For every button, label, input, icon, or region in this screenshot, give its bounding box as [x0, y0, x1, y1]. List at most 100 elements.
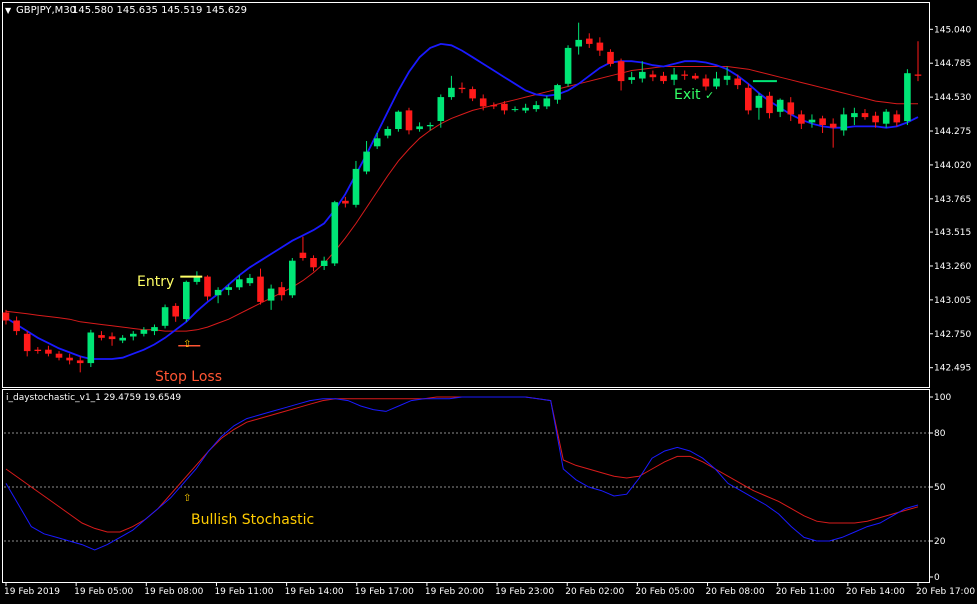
- candle-body[interactable]: [267, 288, 275, 301]
- candle-body[interactable]: [734, 78, 741, 86]
- candle-body[interactable]: [490, 105, 498, 107]
- candle-body[interactable]: [882, 111, 890, 124]
- candle-body[interactable]: [851, 113, 858, 118]
- candle-body[interactable]: [172, 305, 179, 317]
- candle-body[interactable]: [405, 110, 413, 131]
- candle-body[interactable]: [723, 75, 731, 80]
- time-tick-label: 19 Feb 17:00: [355, 587, 414, 597]
- candle-body[interactable]: [787, 102, 795, 115]
- candle-body[interactable]: [225, 287, 232, 290]
- candle-body[interactable]: [586, 38, 593, 44]
- candle-body[interactable]: [13, 320, 20, 332]
- candle-body[interactable]: [607, 51, 614, 64]
- time-tick-label: 20 Feb 14:00: [846, 587, 905, 597]
- candle-body[interactable]: [692, 75, 699, 79]
- candle-body[interactable]: [649, 74, 657, 78]
- candle-body[interactable]: [575, 39, 582, 47]
- candle-body[interactable]: [310, 258, 317, 268]
- candle-body[interactable]: [479, 98, 487, 107]
- price-tick-label: 143.005: [934, 296, 971, 306]
- chart-svg[interactable]: 145.040 144.785 144.530 144.275 144.020 143.7…: [0, 0, 977, 600]
- candle-body[interactable]: [2, 312, 10, 321]
- candle-body[interactable]: [55, 353, 63, 358]
- bullish-stochastic-label: Bullish Stochastic: [191, 512, 314, 528]
- candle-body[interactable]: [299, 252, 307, 258]
- candle-body[interactable]: [554, 85, 561, 100]
- candle-body[interactable]: [76, 360, 84, 364]
- candle-body[interactable]: [798, 114, 805, 124]
- candle-body[interactable]: [426, 125, 434, 127]
- candle-body[interactable]: [808, 119, 816, 123]
- candle-body[interactable]: [66, 357, 73, 361]
- ohlc-readout: 145.580 145.635 145.519 145.629: [72, 5, 247, 16]
- candle-body[interactable]: [702, 78, 710, 87]
- candle-body[interactable]: [617, 61, 625, 82]
- candle-body[interactable]: [236, 279, 243, 288]
- candle-body[interactable]: [840, 114, 848, 131]
- candle-body[interactable]: [98, 335, 105, 338]
- candle-body[interactable]: [373, 138, 381, 147]
- price-tick-label: 142.495: [934, 364, 971, 374]
- header-triangle[interactable]: ▼: [5, 6, 12, 15]
- candle-body[interactable]: [437, 97, 445, 121]
- price-tick-label: 145.040: [934, 25, 971, 35]
- candle-body[interactable]: [596, 42, 604, 51]
- candle-body[interactable]: [246, 277, 254, 284]
- candle-body[interactable]: [45, 349, 52, 354]
- candle-body[interactable]: [448, 87, 455, 98]
- candle-body[interactable]: [87, 332, 95, 364]
- candle-body[interactable]: [564, 47, 572, 84]
- candle-body[interactable]: [893, 114, 901, 123]
- candle-body[interactable]: [395, 111, 402, 129]
- candle-body[interactable]: [130, 333, 137, 337]
- time-tick-label: 19 Feb 23:00: [495, 587, 554, 597]
- candle-body[interactable]: [766, 95, 773, 114]
- candle-body[interactable]: [23, 333, 31, 352]
- candle-body[interactable]: [543, 98, 551, 107]
- candle-body[interactable]: [904, 73, 911, 122]
- candle-body[interactable]: [458, 87, 466, 90]
- candle-body[interactable]: [289, 260, 296, 296]
- candle-body[interactable]: [278, 287, 285, 296]
- candle-body[interactable]: [532, 105, 540, 110]
- candle-body[interactable]: [161, 307, 169, 326]
- candle-body[interactable]: [342, 200, 349, 204]
- candle-body[interactable]: [861, 113, 869, 118]
- candle-body[interactable]: [331, 202, 339, 264]
- candle-body[interactable]: [204, 276, 211, 297]
- candle-body[interactable]: [183, 281, 190, 320]
- candle-body[interactable]: [819, 118, 826, 125]
- candle-body[interactable]: [119, 337, 126, 341]
- candle-body[interactable]: [34, 349, 42, 351]
- candle-body[interactable]: [660, 75, 667, 82]
- candle-body[interactable]: [257, 276, 264, 302]
- candle-body[interactable]: [755, 95, 763, 108]
- candle-body[interactable]: [670, 74, 678, 80]
- candle-body[interactable]: [501, 103, 508, 111]
- candle-body[interactable]: [745, 87, 752, 111]
- candle-body[interactable]: [352, 168, 360, 205]
- candle-body[interactable]: [140, 329, 148, 334]
- time-tick-label: 20 Feb 05:00: [635, 587, 694, 597]
- candle-body[interactable]: [872, 115, 879, 123]
- candle-body[interactable]: [628, 77, 635, 80]
- candle-body[interactable]: [713, 78, 720, 87]
- candle-body[interactable]: [776, 99, 784, 112]
- price-tick-label: 143.765: [934, 195, 971, 205]
- candle-body[interactable]: [829, 123, 837, 128]
- candle-body[interactable]: [914, 74, 922, 76]
- candle-body[interactable]: [469, 89, 476, 99]
- candle-body[interactable]: [511, 109, 519, 111]
- candle-body[interactable]: [681, 74, 688, 76]
- candle-body[interactable]: [151, 327, 158, 332]
- candle-body[interactable]: [384, 129, 392, 136]
- trading-chart[interactable]: 145.040 144.785 144.530 144.275 144.020 143.7…: [0, 0, 977, 600]
- candle-body[interactable]: [320, 260, 328, 266]
- candle-body[interactable]: [363, 151, 370, 172]
- price-tick-label: 143.260: [934, 262, 971, 272]
- candle-body[interactable]: [522, 107, 529, 111]
- candle-body[interactable]: [639, 71, 646, 79]
- candle-body[interactable]: [108, 336, 116, 340]
- candle-body[interactable]: [214, 289, 222, 296]
- candle-body[interactable]: [416, 126, 423, 130]
